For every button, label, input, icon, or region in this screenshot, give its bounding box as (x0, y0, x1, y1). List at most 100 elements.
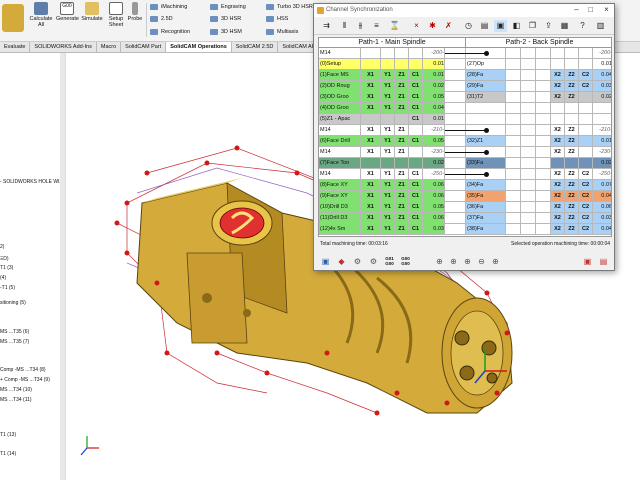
path2-cell[interactable]: C2 (579, 224, 593, 235)
path2-cell[interactable] (521, 92, 536, 103)
path2-cell[interactable] (536, 59, 551, 70)
path2-cell[interactable]: X2 (551, 81, 565, 92)
path1-cell[interactable] (409, 59, 423, 70)
path1-cell[interactable]: (6)Face Drill (319, 136, 361, 147)
path2-cell[interactable]: -250- (593, 169, 611, 180)
wait-icon[interactable]: ⌛ (388, 20, 401, 32)
path1-cell[interactable]: Z1 (395, 180, 409, 191)
path2-cell[interactable] (506, 213, 521, 224)
path1-cell[interactable]: Z1 (395, 213, 409, 224)
path2-cell[interactable] (536, 224, 551, 235)
path1-cell[interactable]: 0.05 (423, 92, 445, 103)
path1-cell[interactable]: Y1 (381, 180, 395, 191)
path2-cell[interactable] (506, 114, 521, 125)
3d-hsm-button[interactable]: 3D HSM (210, 27, 242, 37)
path2-cell[interactable] (579, 114, 593, 125)
path2-cell[interactable] (579, 125, 593, 136)
path2-cell[interactable] (521, 103, 536, 114)
path1-cell[interactable]: (5)Z1 - Apac (319, 114, 361, 125)
path2-cell[interactable] (536, 158, 551, 169)
tree-item[interactable]: MS ...T35 (6) (0, 329, 29, 335)
view-split-icon[interactable]: ◧ (510, 20, 523, 32)
path1-cell[interactable]: Y1 (381, 125, 395, 136)
path2-cell[interactable] (536, 147, 551, 158)
path2-cell[interactable]: X2 (551, 213, 565, 224)
tree-item[interactable]: Comp -MS ...T34 (8) (0, 367, 46, 373)
path2-cell[interactable]: X2 (551, 191, 565, 202)
path2-cell[interactable] (521, 191, 536, 202)
turbo-3d-hsr-button[interactable]: Turbo 3D HSR (266, 2, 313, 12)
path1-cell[interactable]: (3)OD Groo (319, 92, 361, 103)
path2-cell[interactable]: Z2 (565, 136, 579, 147)
zoom-prev-icon[interactable]: ⊖ (476, 256, 487, 267)
report-icon[interactable]: ▦ (558, 20, 571, 32)
path1-cell[interactable]: Y1 (381, 103, 395, 114)
path2-cell[interactable] (506, 59, 521, 70)
path2-cell[interactable]: C2 (579, 81, 593, 92)
path2-cell[interactable] (506, 169, 521, 180)
path2-cell[interactable] (521, 59, 536, 70)
path1-cell[interactable] (445, 59, 466, 70)
sync-row[interactable]: M14 X1 Y1 Z1 -230- X2 Z2 -230- (319, 147, 611, 158)
path1-cell[interactable] (361, 48, 381, 59)
path2-cell[interactable]: Z2 (565, 147, 579, 158)
path2-cell[interactable] (565, 103, 579, 114)
machine-sim-icon[interactable]: ⚙ (368, 256, 379, 267)
zoom-out-icon[interactable]: ⊕ (490, 256, 501, 267)
tree-item[interactable]: -T1 (5) (0, 285, 15, 291)
layout-icon[interactable]: ▣ (494, 20, 507, 32)
path1-cell[interactable]: (11)Drill D3 (319, 213, 361, 224)
path1-cell[interactable]: C1 (409, 103, 423, 114)
path2-cell[interactable] (506, 147, 521, 158)
path1-cell[interactable]: Z1 (395, 70, 409, 81)
path2-cell[interactable]: Z2 (565, 70, 579, 81)
path2-cell[interactable] (521, 169, 536, 180)
path1-cell[interactable]: Y1 (381, 136, 395, 147)
path2-cell[interactable]: (29)Fa (466, 81, 506, 92)
path1-cell[interactable]: Z1 (395, 147, 409, 158)
path1-cell[interactable] (445, 114, 466, 125)
path2-cell[interactable] (565, 59, 579, 70)
path1-cell[interactable]: 0.02 (423, 158, 445, 169)
path2-cell[interactable] (536, 213, 551, 224)
path2-cell[interactable] (551, 59, 565, 70)
path1-cell[interactable] (381, 59, 395, 70)
path2-cell[interactable]: (35)Fa (466, 191, 506, 202)
engraving-button[interactable]: Engraving (210, 2, 246, 12)
path1-cell[interactable]: Y1 (381, 213, 395, 224)
path2-cell[interactable]: C2 (579, 202, 593, 213)
path1-cell[interactable]: Z1 (395, 81, 409, 92)
path1-cell[interactable]: X1 (361, 191, 381, 202)
path2-cell[interactable]: 0.06 (593, 202, 611, 213)
path2-cell[interactable]: C2 (579, 180, 593, 191)
path1-cell[interactable]: M14 (319, 48, 361, 59)
path1-cell[interactable]: C1 (409, 70, 423, 81)
path2-cell[interactable]: Z2 (565, 180, 579, 191)
path2-cell[interactable] (579, 147, 593, 158)
sync-row[interactable]: (1)Face MS X1 Y1 Z1 C1 0.01 (28)Fa X2 Z2 C2 0.04 (319, 70, 611, 81)
calculate-all-button[interactable]: Calculate All (28, 2, 54, 36)
simulate-icon[interactable]: ⚙ (352, 256, 363, 267)
path1-cell[interactable]: Y1 (381, 202, 395, 213)
path2-cell[interactable] (565, 158, 579, 169)
path1-cell[interactable]: -200- (423, 48, 445, 59)
path1-cell[interactable]: (12)4x Sm (319, 224, 361, 235)
path1-cell[interactable]: 0.02 (423, 81, 445, 92)
path2-cell[interactable]: (38)Fa (466, 224, 506, 235)
path1-cell[interactable]: M14 (319, 147, 361, 158)
path1-cell[interactable] (445, 191, 466, 202)
sync-row[interactable]: (4)OD Groo X1 Y1 Z1 C1 0.04 (319, 103, 611, 114)
path1-cell[interactable]: (7)Face Too (319, 158, 361, 169)
path2-cell[interactable]: X2 (551, 136, 565, 147)
path2-cell[interactable] (536, 169, 551, 180)
path2-cell[interactable] (521, 114, 536, 125)
sync-right-icon[interactable]: ⫵ (354, 20, 367, 32)
path2-cell[interactable] (506, 70, 521, 81)
path1-cell[interactable]: X1 (361, 81, 381, 92)
path1-cell[interactable]: Y1 (381, 224, 395, 235)
simulate-button[interactable]: Simulate (80, 2, 104, 36)
path2-cell[interactable]: Z2 (565, 191, 579, 202)
path1-cell[interactable]: M14 (319, 169, 361, 180)
path1-cell[interactable]: 0.05 (423, 136, 445, 147)
path1-cell[interactable]: 0.05 (423, 202, 445, 213)
